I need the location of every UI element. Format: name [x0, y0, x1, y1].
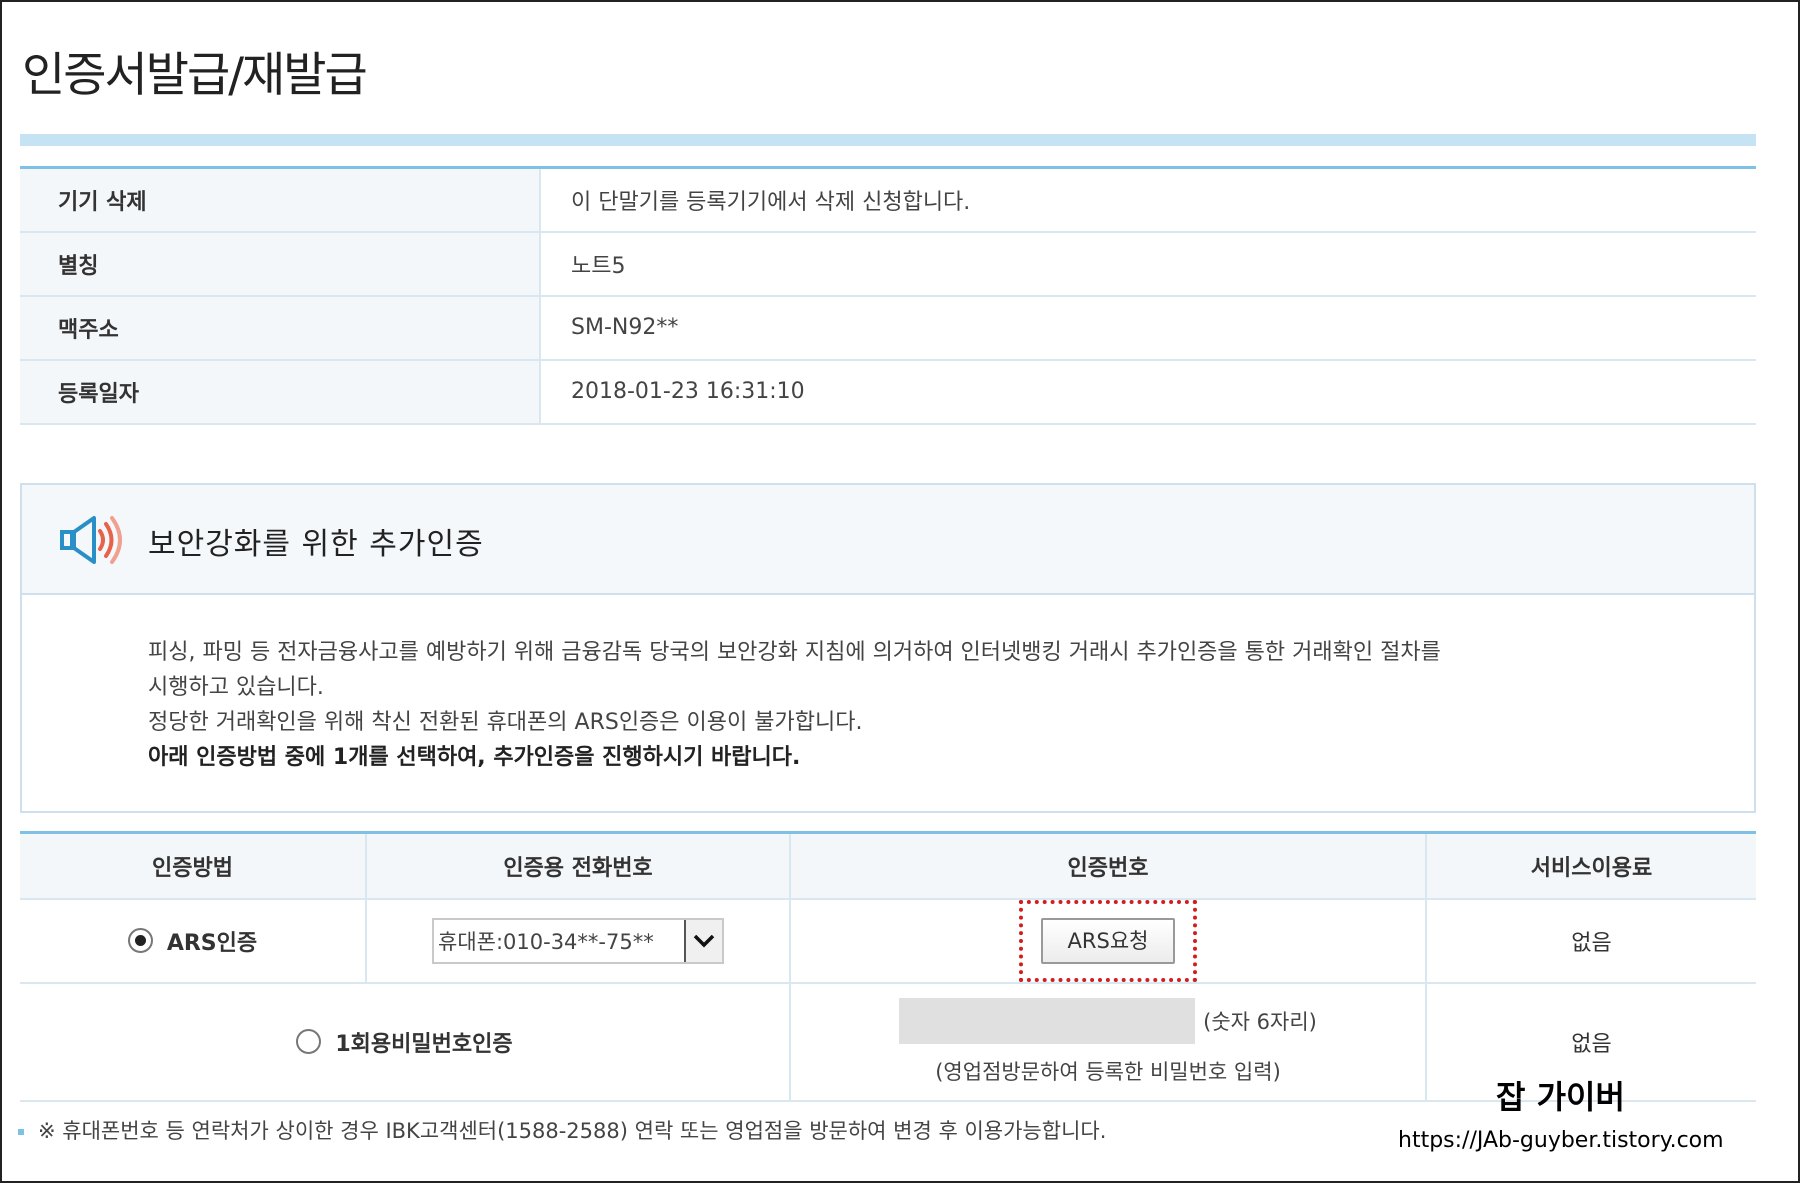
- header-service-fee: 서비스이용료: [1426, 832, 1756, 900]
- header-phone: 인증용 전화번호: [366, 832, 791, 900]
- ars-fee-cell: 없음: [1426, 898, 1756, 984]
- bullet-icon: [18, 1129, 24, 1135]
- device-info-table: 기기 삭제 이 단말기를 등록기기에서 삭제 신청합니다. 별칭 노트5 맥주소…: [20, 166, 1756, 425]
- watermark-url: https://JAb-guyber.tistory.com: [1398, 1128, 1724, 1153]
- watermark-name: 잡 가이버: [1496, 1078, 1625, 1116]
- phone-number-select[interactable]: 휴대폰:010-34**-75**: [432, 917, 724, 964]
- footnote-text: ※ 휴대폰번호 등 연락처가 상이한 경우 IBK고객센터(1588-2588)…: [38, 1119, 1107, 1143]
- footnote: ※ 휴대폰번호 등 연락처가 상이한 경우 IBK고객센터(1588-2588)…: [18, 1115, 1106, 1145]
- otp-radio[interactable]: [296, 1029, 322, 1054]
- notice-body: 피싱, 파밍 등 전자금융사고를 예방하기 위해 금융감독 당국의 보안강화 지…: [22, 595, 1754, 775]
- ars-auth-row: ARS인증 휴대폰:010-34**-75** ARS요청 없음: [20, 898, 1756, 984]
- phone-number-selected: 휴대폰:010-34**-75**: [438, 929, 654, 954]
- mac-address-row: 맥주소 SM-N92**: [20, 295, 1756, 361]
- device-alias-row: 별칭 노트5: [20, 231, 1756, 297]
- security-notice-box: 보안강화를 위한 추가인증 피싱, 파밍 등 전자금융사고를 예방하기 위해 금…: [20, 483, 1756, 813]
- title-divider-bar: [20, 134, 1756, 146]
- otp-method-cell: 1회용비밀번호인증: [20, 982, 791, 1102]
- page-title: 인증서발급/재발급: [22, 48, 368, 103]
- otp-input[interactable]: [899, 997, 1196, 1044]
- header-auth-number: 인증번호: [790, 832, 1427, 900]
- otp-input-cell: (숫자 6자리) (영업점방문하여 등록한 비밀번호 입력): [790, 982, 1427, 1102]
- mac-address-value: SM-N92**: [540, 295, 1756, 361]
- otp-input-hint: (숫자 6자리): [1203, 1009, 1317, 1034]
- chevron-down-icon[interactable]: [684, 919, 722, 962]
- notice-line-2: 시행하고 있습니다.: [148, 675, 324, 700]
- device-alias-label: 별칭: [20, 231, 541, 297]
- ars-request-cell: ARS요청: [790, 898, 1427, 984]
- otp-input-row: (숫자 6자리): [791, 997, 1425, 1044]
- device-delete-label: 기기 삭제: [20, 167, 541, 233]
- notice-title: 보안강화를 위한 추가인증: [148, 527, 484, 562]
- header-method: 인증방법: [20, 832, 367, 900]
- highlight-box: ARS요청: [1019, 899, 1197, 982]
- mac-address-label: 맥주소: [20, 295, 541, 361]
- ars-radio-label[interactable]: ARS인증: [167, 931, 257, 956]
- registration-date-value: 2018-01-23 16:31:10: [540, 359, 1756, 425]
- otp-sub-hint: (영업점방문하여 등록한 비밀번호 입력): [935, 1059, 1281, 1084]
- ars-method-cell: ARS인증: [20, 898, 367, 984]
- ars-request-button[interactable]: ARS요청: [1041, 917, 1175, 964]
- device-delete-value: 이 단말기를 등록기기에서 삭제 신청합니다.: [540, 167, 1756, 233]
- notice-line-1: 피싱, 파밍 등 전자금융사고를 예방하기 위해 금융감독 당국의 보안강화 지…: [148, 640, 1441, 665]
- otp-radio-label[interactable]: 1회용비밀번호인증: [335, 1032, 512, 1057]
- device-delete-row: 기기 삭제 이 단말기를 등록기기에서 삭제 신청합니다.: [20, 167, 1756, 233]
- ars-radio[interactable]: [127, 928, 153, 953]
- auth-method-table: 인증방법 인증용 전화번호 인증번호 서비스이용료 ARS인증 휴대폰:010-…: [20, 831, 1756, 1102]
- ars-phone-cell: 휴대폰:010-34**-75**: [366, 898, 791, 984]
- auth-table-header: 인증방법 인증용 전화번호 인증번호 서비스이용료: [20, 832, 1756, 900]
- notice-header: 보안강화를 위한 추가인증: [22, 485, 1754, 595]
- speaker-alert-icon: [60, 516, 122, 564]
- registration-date-row: 등록일자 2018-01-23 16:31:10: [20, 359, 1756, 425]
- notice-emphasis: 아래 인증방법 중에 1개를 선택하여, 추가인증을 진행하시기 바랍니다.: [148, 745, 801, 770]
- registration-date-label: 등록일자: [20, 359, 541, 425]
- device-alias-value: 노트5: [540, 231, 1756, 297]
- notice-line-3: 정당한 거래확인을 위해 착신 전환된 휴대폰의 ARS인증은 이용이 불가합니…: [148, 710, 863, 735]
